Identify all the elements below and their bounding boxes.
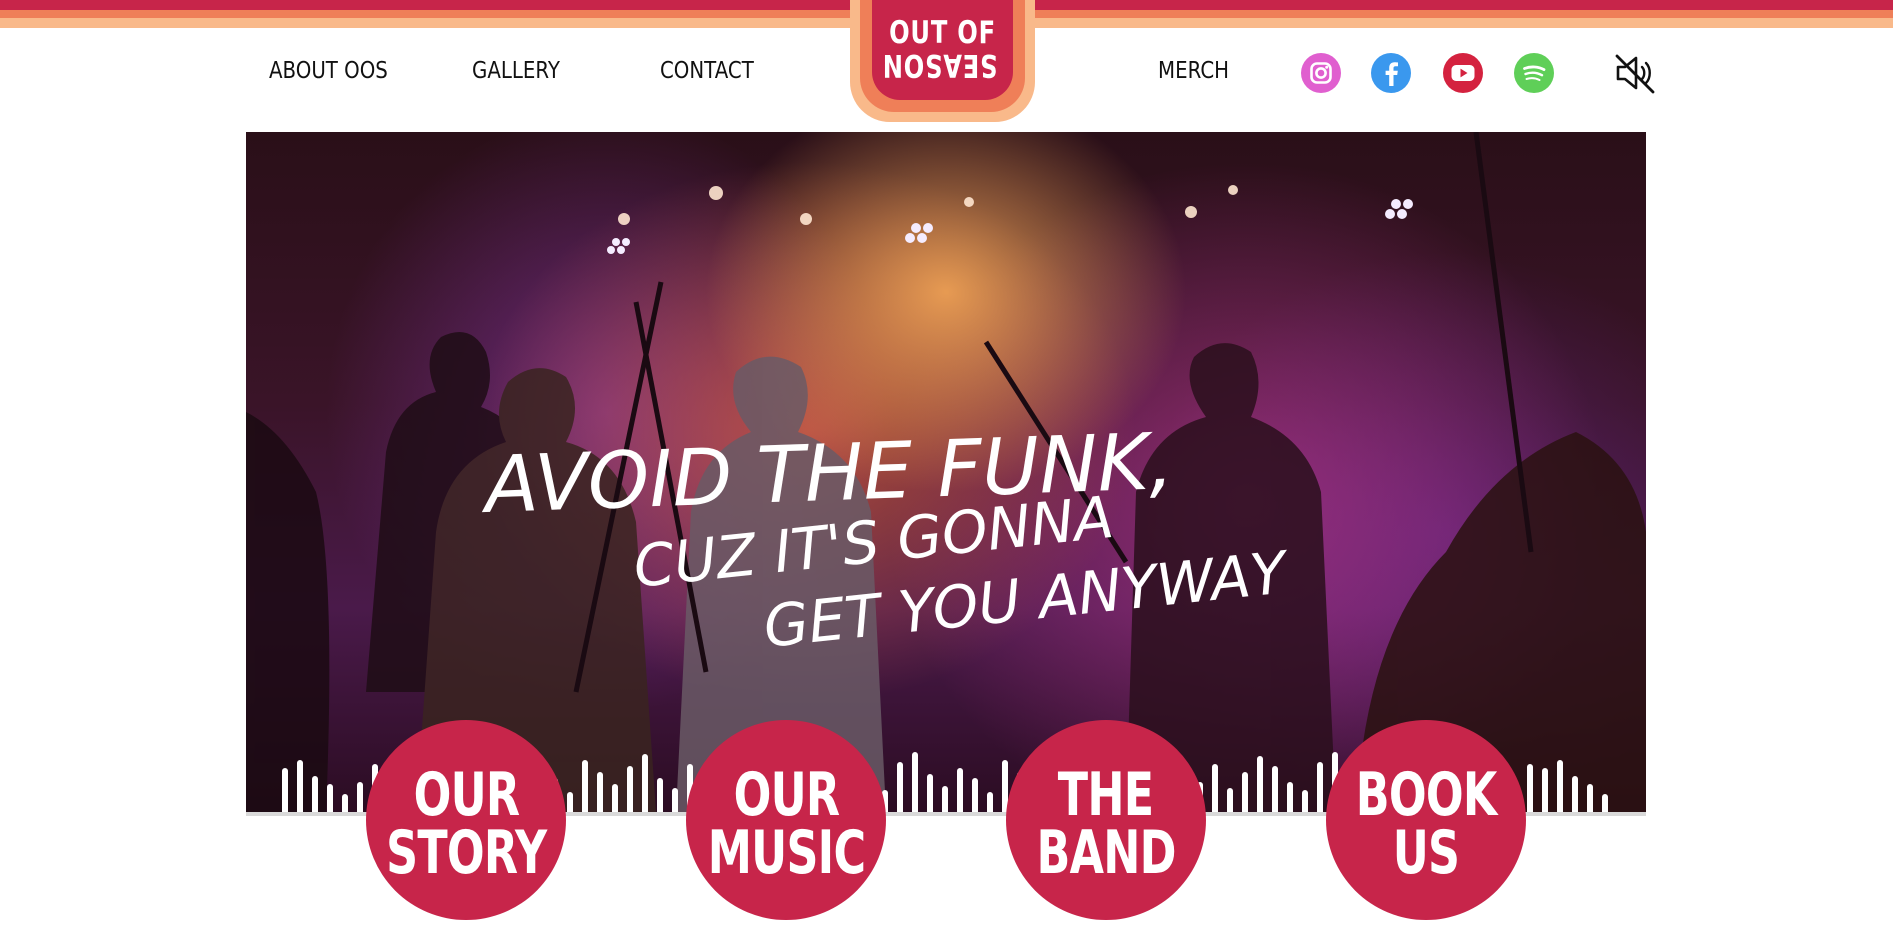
waveform-bar: [897, 762, 903, 812]
waveform-bar: [1527, 764, 1533, 812]
waveform-bar: [582, 760, 588, 812]
waveform-bar: [987, 792, 993, 812]
waveform-bar: [327, 784, 333, 812]
instagram-icon[interactable]: [1301, 53, 1341, 93]
waveform-bar: [612, 784, 618, 812]
nav-about[interactable]: ABOUT OOS: [269, 58, 388, 84]
our-story-line2: STORY: [385, 818, 547, 888]
waveform-bar: [957, 768, 963, 812]
waveform-bar: [1302, 790, 1308, 812]
waveform-bar: [282, 768, 288, 812]
logo-badge: OUT OF SEASON: [872, 0, 1013, 100]
speaker-muted-icon[interactable]: [1612, 50, 1658, 96]
logo-line1: OUT OF: [889, 15, 996, 51]
our-music-line1: OUR: [733, 760, 840, 830]
site-logo[interactable]: OUT OF SEASON: [850, 0, 1035, 122]
waveform-bar: [1602, 794, 1608, 812]
waveform-bar: [1317, 762, 1323, 812]
waveform-bar: [1542, 768, 1548, 812]
our-music-button[interactable]: OUR MUSIC: [686, 720, 886, 920]
waveform-bar: [297, 760, 303, 812]
youtube-icon[interactable]: [1443, 53, 1483, 93]
waveform-bar: [357, 782, 363, 812]
waveform-bar: [597, 772, 603, 812]
the-band-button[interactable]: THE BAND: [1006, 720, 1206, 920]
book-us-line2: US: [1392, 818, 1460, 888]
waveform-bar: [567, 792, 573, 812]
the-band-line1: THE: [1058, 760, 1154, 830]
waveform-bar: [972, 778, 978, 812]
waveform-bar: [1242, 772, 1248, 812]
waveform-bar: [942, 786, 948, 812]
waveform-bar: [312, 776, 318, 812]
waveform-bar: [1257, 756, 1263, 812]
hero-banner: AVOID THE FUNK, CUZ IT'S GONNA GET YOU A…: [246, 132, 1646, 812]
waveform-bar: [1272, 766, 1278, 812]
waveform-bar: [672, 788, 678, 812]
waveform-bar: [627, 766, 633, 812]
waveform-bar: [657, 778, 663, 812]
logo-line2: SEASON: [881, 47, 998, 83]
spotify-icon[interactable]: [1514, 53, 1554, 93]
our-music-line2: MUSIC: [707, 818, 865, 888]
book-us-button[interactable]: BOOK US: [1326, 720, 1526, 920]
book-us-line1: BOOK: [1355, 760, 1498, 830]
nav-merch[interactable]: MERCH: [1158, 58, 1229, 84]
waveform-bar: [1227, 788, 1233, 812]
waveform-bar: [1572, 776, 1578, 812]
nav-gallery[interactable]: GALLERY: [472, 58, 560, 84]
the-band-line2: BAND: [1036, 818, 1176, 888]
waveform-bar: [1287, 782, 1293, 812]
waveform-bar: [1557, 760, 1563, 812]
waveform-bar: [1587, 784, 1593, 812]
nav-contact[interactable]: CONTACT: [660, 58, 754, 84]
waveform-bar: [912, 752, 918, 812]
our-story-line1: OUR: [413, 760, 520, 830]
stage-photo: AVOID THE FUNK, CUZ IT'S GONNA GET YOU A…: [246, 132, 1646, 812]
waveform-bar: [642, 754, 648, 812]
facebook-icon[interactable]: [1371, 53, 1411, 93]
waveform-bar: [927, 774, 933, 812]
waveform-bar: [1212, 764, 1218, 812]
waveform-bar: [342, 794, 348, 812]
our-story-button[interactable]: OUR STORY: [366, 720, 566, 920]
